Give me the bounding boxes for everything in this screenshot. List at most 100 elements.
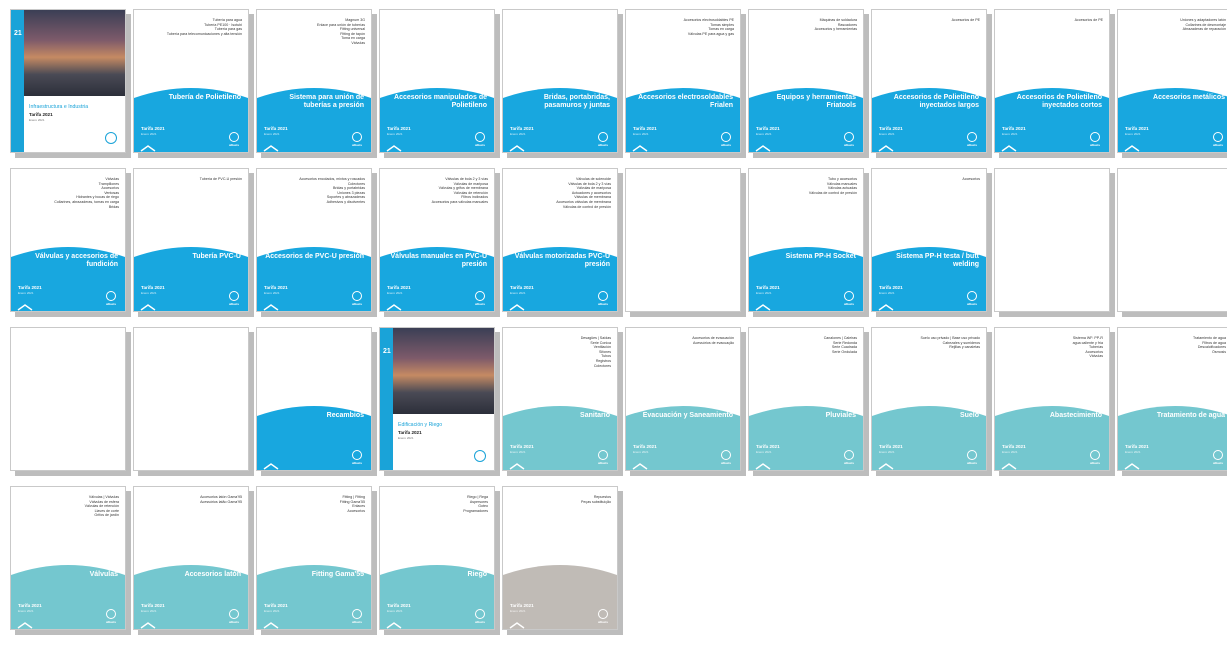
- brand-name: alliaxis: [228, 620, 239, 624]
- brand-ring-icon: [106, 291, 116, 301]
- brand-logo-icon: alliaxis: [596, 450, 610, 465]
- catalogue-card[interactable]: Válvulas de bola 2 y 3 vías Válvulas de m…: [379, 168, 495, 312]
- catalogue-card[interactable]: Fitting | Fitting Fitting Gama'55 Enlaces A…: [256, 486, 372, 630]
- brand-ring-icon: [229, 291, 239, 301]
- blank-page[interactable]: [1117, 168, 1227, 312]
- blank-page[interactable]: [10, 327, 126, 471]
- cover-title: Sanitario: [580, 412, 610, 419]
- catalogue-card[interactable]: Desagües | Saídas Serie Conica Ventilación…: [502, 327, 618, 471]
- toc-item: Ósmosis: [1212, 349, 1226, 354]
- brand-logo-icon: alliaxis: [965, 450, 979, 465]
- blank-page[interactable]: [994, 168, 1110, 312]
- cover-tarifa: Tarifa 2021: [18, 285, 42, 290]
- brand-logo-icon: alliaxis: [842, 450, 856, 465]
- brand-name: alliaxis: [966, 143, 977, 147]
- catalogue-card[interactable]: Bridas, portabridas, pasamuros y juntas T…: [502, 9, 618, 153]
- toc-item: Grifos de jardín: [94, 513, 119, 518]
- catalogue-card[interactable]: Válvulas | Válvulas Válvulas de esfera Vál…: [10, 486, 126, 630]
- catalogue-card[interactable]: Máquinas de soldadura Rascadores Accesorio…: [748, 9, 864, 153]
- catalogue-card[interactable]: Accesorios manipulados de Polietileno Tar…: [379, 9, 495, 153]
- blank-page[interactable]: [133, 327, 249, 471]
- cover-tarifa: Tarifa 2021: [510, 444, 534, 449]
- cover-tarifa: Tarifa 2021: [387, 126, 411, 131]
- table-of-contents: Válvulas Trampillones Accesorios Ventosas Hi…: [17, 177, 119, 209]
- brand-ring-icon: [721, 132, 731, 142]
- cover-title: Accesorios de Polietileno inyectados cor…: [1016, 94, 1102, 109]
- catalogue-card[interactable]: Magnum 3G Enlace para unión de tuberías Fi…: [256, 9, 372, 153]
- catalogue-card[interactable]: Válvulas Trampillones Accesorios Ventosas Hi…: [10, 168, 126, 312]
- brand-name: alliaxis: [966, 461, 977, 465]
- cover-title: Válvulas: [89, 571, 118, 578]
- cover-tarifa: Tarifa 2021: [398, 430, 422, 435]
- brand-ring-icon: [1213, 450, 1223, 460]
- catalogue-card[interactable]: Accesorios de PE Accesorios de Polietilen…: [994, 9, 1110, 153]
- catalogue-card[interactable]: Riego | Rega Aspersores Goteo Programadores…: [379, 486, 495, 630]
- brand-logo-icon: alliaxis: [842, 132, 856, 147]
- cover-date: Enero 2021: [18, 609, 34, 613]
- toc-item: Serie Ondulada: [832, 349, 857, 354]
- blank-page[interactable]: [625, 168, 741, 312]
- partner-logo-icon: [1001, 457, 1017, 470]
- catalogue-card[interactable]: Accesorios Sistema PP-H testa / butt weld…: [871, 168, 987, 312]
- cover-tarifa: Tarifa 2021: [1002, 126, 1026, 131]
- catalogue-card[interactable]: Válvulas de solenoide Válvulas de bola 2 …: [502, 168, 618, 312]
- table-of-contents: Válvulas de solenoide Válvulas de bola 2 …: [509, 177, 611, 209]
- cover-tarifa: Tarifa 2021: [141, 285, 165, 290]
- catalogue-card[interactable]: Accesorios de evacuación Acessórios de ev…: [625, 327, 741, 471]
- cover-title: Infraestructura e Industria: [29, 104, 89, 110]
- cover-date: Enero 2021: [398, 436, 414, 440]
- brand-logo-icon: alliaxis: [350, 132, 364, 147]
- cover-title: Recambios: [326, 412, 364, 419]
- catalogue-card[interactable]: 21 Edificación y Riego Tarifa 2021 Enero 20…: [379, 327, 495, 471]
- toc-item: Accesorios: [962, 177, 980, 181]
- brand-ring-icon: [352, 450, 362, 460]
- toc-item: Accesorios para válvulas manuales: [431, 199, 488, 204]
- brand-ring-icon: [721, 450, 731, 460]
- brand-logo-icon: [105, 132, 117, 144]
- brand-logo-icon: alliaxis: [104, 291, 118, 306]
- cover-title: Accesorios metálicos: [1153, 94, 1225, 101]
- catalogue-card[interactable]: Tratamiento de agua Filtros de agua Descal…: [1117, 327, 1227, 471]
- catalogue-card[interactable]: Accesorios electrosoldables PE Tomas simp…: [625, 9, 741, 153]
- cover-title: Edificación y Riego: [398, 422, 443, 428]
- brand-ring-icon: [598, 609, 608, 619]
- partner-logo-icon: [755, 298, 771, 311]
- catalogue-card[interactable]: Canalones | Caleiras Serie Redonda Serie C…: [748, 327, 864, 471]
- table-of-contents: Riego | Rega Aspersores Goteo Programadores: [386, 495, 488, 513]
- partner-logo-icon: [17, 616, 33, 629]
- toc-item: Bridas: [108, 204, 119, 209]
- brand-logo-icon: alliaxis: [350, 291, 364, 306]
- catalogue-card[interactable]: Tubería de PVC-U presión Tubería PVC-U Tar…: [133, 168, 249, 312]
- catalogue-card[interactable]: Accesorios de PE Accesorios de Polietilen…: [871, 9, 987, 153]
- cover-tarifa: Tarifa 2021: [633, 444, 657, 449]
- catalogue-card[interactable]: Uniones y adaptadores latón Collarines de…: [1117, 9, 1227, 153]
- cover-title: Accesorios electrosoldables Frialen: [638, 94, 733, 109]
- brand-logo-icon: alliaxis: [1211, 450, 1225, 465]
- cover-title: Suelo: [959, 412, 979, 419]
- brand-logo-icon: alliaxis: [596, 132, 610, 147]
- catalogue-card[interactable]: Accesorios encolados, mixtos y roscados C…: [256, 168, 372, 312]
- toc-item: Válvulas: [1089, 354, 1103, 359]
- catalogue-card[interactable]: Accesorios latón Gama'95 Acessórios latão…: [133, 486, 249, 630]
- cover-date: Enero 2021: [1125, 450, 1141, 454]
- brand-ring-icon: [598, 450, 608, 460]
- brand-logo-icon: alliaxis: [350, 609, 364, 624]
- brand-logo-icon: alliaxis: [965, 291, 979, 306]
- catalogue-card[interactable]: Suelo uso privado | Base uso privado Cabe…: [871, 327, 987, 471]
- table-of-contents: Uniones y adaptadores latón Collarines de…: [1124, 18, 1226, 32]
- table-of-contents: Accesorios de PE: [878, 18, 980, 23]
- cover-title: Válvulas y accesorios de fundición: [35, 253, 118, 268]
- cover-date: Enero 2021: [756, 291, 772, 295]
- catalogue-card[interactable]: Repuestos Peças substituição Tarifa 2021 En…: [502, 486, 618, 630]
- cover-title: Equipos y herramientas Friatools: [776, 94, 856, 109]
- catalogue-card[interactable]: Tubo y accesorios Válvulas manuales Válvul…: [748, 168, 864, 312]
- catalogue-card[interactable]: Sistema WF: PP-R agua caliente y fría Tube…: [994, 327, 1110, 471]
- catalogue-card[interactable]: 21 Infraestructura e Industria Tarifa 2021…: [10, 9, 126, 153]
- brand-name: alliaxis: [351, 302, 362, 306]
- catalogue-card[interactable]: Recambios alliaxis: [256, 327, 372, 471]
- brand-name: alliaxis: [597, 143, 608, 147]
- cover-tarifa: Tarifa 2021: [510, 285, 534, 290]
- brand-name: alliaxis: [597, 620, 608, 624]
- catalogue-card[interactable]: Tubería para agua Tubería PE100 · Isotubi…: [133, 9, 249, 153]
- cover-date: Enero 2021: [510, 609, 526, 613]
